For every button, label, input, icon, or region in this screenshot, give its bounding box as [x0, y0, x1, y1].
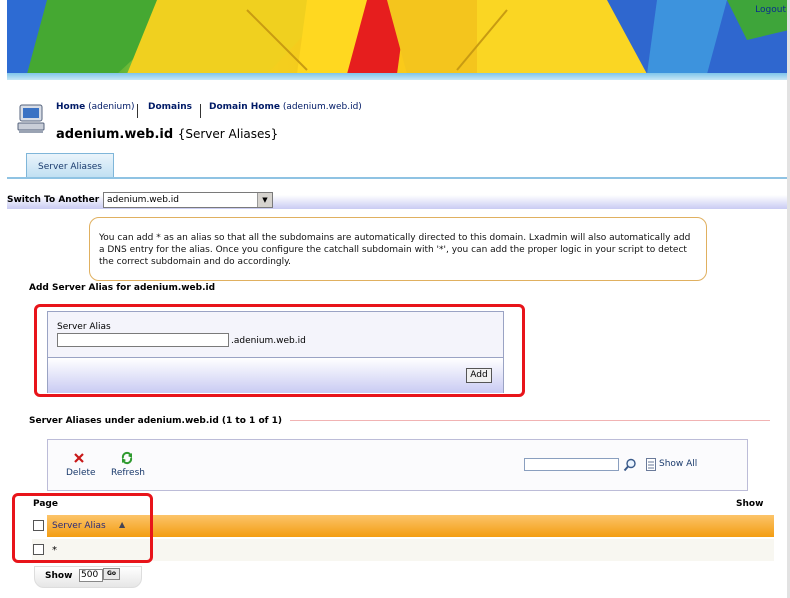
nav-home-suffix: (adenium) [88, 102, 135, 112]
list-toolbar [47, 439, 748, 491]
header-banner: Logout [7, 0, 789, 80]
search-input[interactable] [524, 458, 619, 471]
domain-select[interactable]: adenium.web.id ▼ [103, 192, 273, 208]
nav-domains[interactable]: Domains [148, 102, 192, 112]
delete-icon[interactable] [73, 452, 85, 467]
chevron-down-icon[interactable]: ▼ [257, 193, 272, 207]
switch-label: Switch To Another [7, 195, 100, 205]
show-label: Show [736, 499, 764, 509]
per-page-label: Show [45, 571, 73, 581]
search-icon[interactable] [623, 458, 637, 475]
page-title: adenium.web.id {Server Aliases} [56, 127, 278, 142]
list-title: Server Aliases under adenium.web.id (1 t… [29, 416, 283, 426]
logout-link[interactable]: Logout [755, 5, 786, 15]
banner-feathers-graphic [7, 0, 789, 80]
refresh-button[interactable]: Refresh [111, 468, 145, 478]
help-box: You can add * as an alias so that all th… [89, 217, 707, 281]
nav-domain-home-suffix: (adenium.web.id) [282, 102, 362, 112]
page-title-section: {Server Aliases} [177, 127, 279, 141]
section-divider [290, 420, 770, 421]
nav-separator [137, 104, 138, 118]
help-text: You can add * as an alias so that all th… [99, 233, 691, 267]
nav-domain-home-label[interactable]: Domain Home [209, 102, 280, 112]
computer-icon [17, 103, 47, 135]
tab-underline [7, 177, 787, 179]
nav-home[interactable]: Home (adenium) [56, 102, 135, 112]
delete-button[interactable]: Delete [66, 468, 96, 478]
tab-server-aliases[interactable]: Server Aliases [26, 153, 114, 178]
page-icon [646, 458, 656, 474]
red-annotation-box [12, 493, 153, 563]
add-form-title: Add Server Alias for adenium.web.id [29, 283, 216, 293]
nav-domain-home[interactable]: Domain Home (adenium.web.id) [209, 102, 362, 112]
per-page-input[interactable]: 500 [79, 569, 103, 582]
go-button[interactable]: Go [103, 568, 120, 580]
refresh-icon[interactable] [120, 451, 134, 468]
nav-home-label[interactable]: Home [56, 102, 85, 112]
show-all-link[interactable]: Show All [659, 459, 697, 469]
nav-separator [200, 104, 201, 118]
red-annotation-box [34, 304, 525, 397]
page-title-domain: adenium.web.id [56, 127, 174, 142]
nav-domains-label[interactable]: Domains [148, 102, 192, 112]
domain-select-value: adenium.web.id [107, 195, 179, 205]
